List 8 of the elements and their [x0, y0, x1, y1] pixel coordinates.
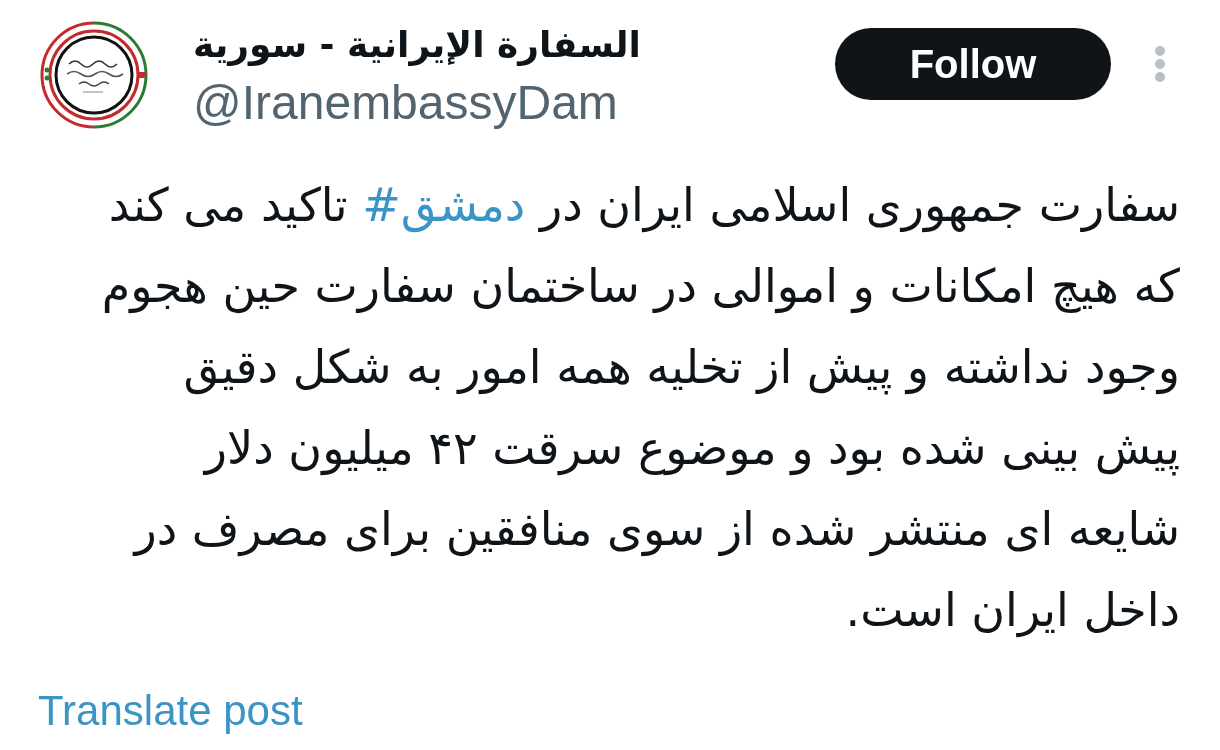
hashtag-link[interactable]: #دمشق	[362, 178, 526, 232]
post-text: سفارت جمهوری اسلامی ایران در #دمشق تاکید می کند که هیچ امکانات و اموالی در ساختمان سفارت حین هجوم وجود نداشته و پیش از تخلیه همه امور به شکل دقیق پیش بینی شده بود و موضوع سرقت ۴۲ میلیون دلار شایعه ای منتشر شده از سوی منافقین برای مصرف در داخل ایران است.	[100, 177, 1180, 640]
more-icon[interactable]	[1154, 45, 1166, 83]
follow-button[interactable]: Follow	[835, 28, 1111, 100]
display-name: السفارة الإيرانية - سورية	[193, 23, 641, 68]
translate-link[interactable]: Translate post	[38, 687, 303, 735]
emblem-icon	[39, 20, 149, 130]
user-handle: @IranembassyDam	[193, 75, 618, 131]
